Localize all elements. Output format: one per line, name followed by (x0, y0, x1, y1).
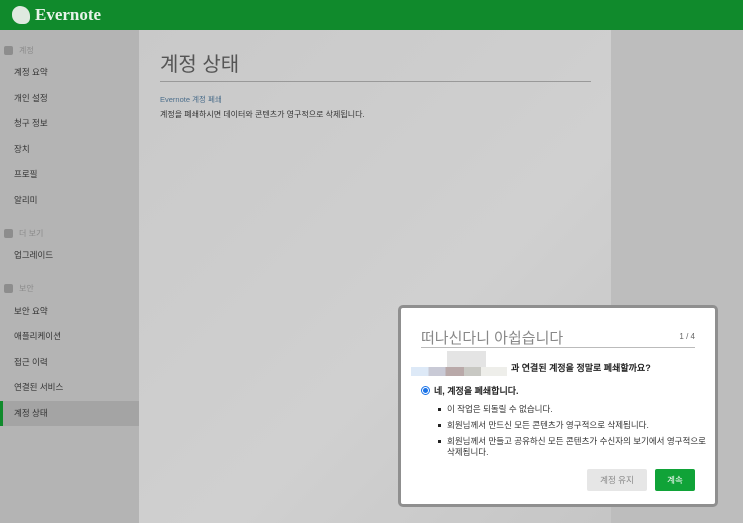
sidebar-item-security-summary[interactable]: 보안 요약 (0, 299, 139, 325)
sidebar-item-devices[interactable]: 장치 (0, 137, 139, 163)
continue-button[interactable]: 계속 (655, 469, 695, 491)
divider (160, 81, 591, 82)
section-label: 보안 (19, 284, 34, 293)
warning-list: 이 작업은 되돌릴 수 없습니다. 회원님께서 만드신 모든 콘텐츠가 영구적으… (438, 404, 707, 463)
sidebar-item-applications[interactable]: 애플리케이션 (0, 324, 139, 350)
confirm-radio[interactable]: 네, 계정을 폐쇄합니다. (421, 384, 519, 397)
sidebar-item-access-history[interactable]: 접근 이력 (0, 350, 139, 376)
radio-icon[interactable] (421, 386, 430, 395)
sidebar-item-personal-settings[interactable]: 개인 설정 (0, 86, 139, 112)
arrow-up-icon (4, 228, 13, 238)
logo-text[interactable]: Evernote (35, 5, 101, 25)
sidebar-item-account-status[interactable]: 계정 상태 (0, 400, 139, 426)
section-security: 보안 (0, 279, 139, 299)
evernote-logo-icon (12, 6, 30, 24)
lock-icon (4, 284, 13, 293)
dialog-title: 떠나신다니 아쉽습니다 (421, 330, 564, 347)
confirm-question: 과 연결된 계정을 정말로 폐쇄할까요? (511, 363, 651, 373)
sidebar-item-connected-services[interactable]: 연결된 서비스 (0, 375, 139, 401)
radio-label: 네, 계정을 폐쇄합니다. (434, 386, 519, 396)
sidebar-item-notifications[interactable]: 알리미 (0, 188, 139, 214)
page-title: 계정 상태 (160, 54, 240, 76)
step-indicator: 1 / 4 (679, 332, 695, 341)
section-more: 더 보기 (0, 223, 139, 243)
section-label: 계정 (19, 45, 34, 55)
sidebar-item-upgrade[interactable]: 업그레이드 (0, 243, 139, 269)
sidebar: 계정 계정 요약 개인 설정 청구 정보 장치 프로필 알리미 더 보기 업그레… (0, 30, 139, 523)
section-account: 계정 (0, 40, 139, 60)
section-label: 더 보기 (19, 228, 44, 238)
close-account-link[interactable]: Evernote 계정 폐쇄 (160, 94, 222, 105)
list-item: 회원님께서 만드신 모든 콘텐츠가 영구적으로 삭제됩니다. (438, 420, 707, 431)
user-icon (4, 45, 13, 55)
sidebar-item-account-summary[interactable]: 계정 요약 (0, 60, 139, 86)
app-header: Evernote (0, 0, 743, 30)
divider (421, 347, 695, 348)
sidebar-item-profile[interactable]: 프로필 (0, 162, 139, 188)
keep-account-button[interactable]: 계정 유지 (587, 469, 647, 491)
list-item: 이 작업은 되돌릴 수 없습니다. (438, 404, 707, 415)
description: 계정을 폐쇄하시면 데이터와 콘텐츠가 영구적으로 삭제됩니다. (160, 110, 365, 119)
close-account-dialog: 떠나신다니 아쉽습니다 1 / 4 과 연결된 계정을 정말로 폐쇄할까요? 네… (398, 305, 718, 507)
sidebar-item-billing[interactable]: 청구 정보 (0, 111, 139, 137)
redacted-email (411, 351, 507, 378)
list-item: 회원님께서 만들고 공유하신 모든 콘텐츠가 수신자의 보기에서 영구적으로 삭… (438, 436, 706, 457)
